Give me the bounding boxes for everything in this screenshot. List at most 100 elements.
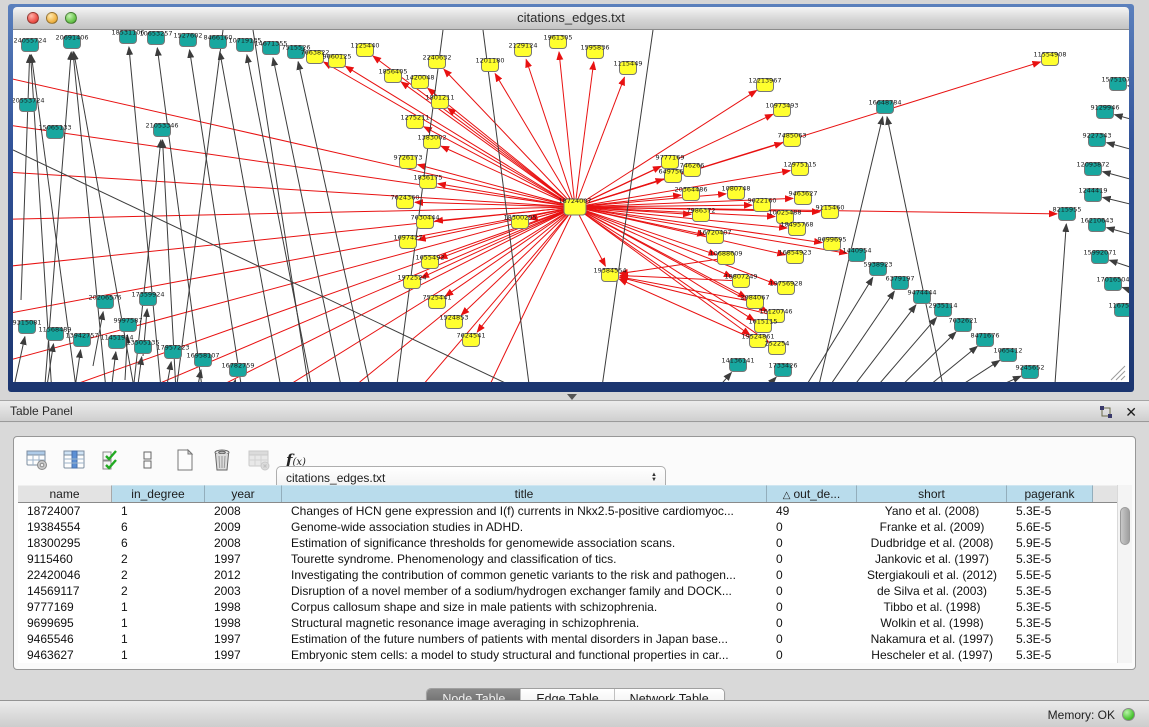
graph-node[interactable]: 2240632	[423, 54, 452, 69]
graph-node[interactable]: 10973493	[765, 102, 798, 117]
select-column-icon[interactable]	[61, 447, 87, 473]
table-row[interactable]: 1830029562008Estimation of significance …	[18, 535, 1119, 551]
graph-node[interactable]: 9115460	[816, 204, 845, 219]
column-header-in_degree[interactable]: in_degree	[112, 485, 205, 502]
delete-rows-icon[interactable]	[209, 447, 235, 473]
graph-node[interactable]: 9227343	[1083, 132, 1112, 147]
graph-node[interactable]: 1275211	[401, 114, 430, 129]
table-settings-icon[interactable]	[24, 447, 50, 473]
column-header-year[interactable]: year	[205, 485, 282, 502]
graph-node[interactable]: 21053346	[145, 122, 178, 137]
graph-node[interactable]: 7624360	[391, 194, 420, 209]
graph-node[interactable]: 17957223	[156, 344, 189, 359]
graph-node[interactable]: 19384554	[593, 267, 626, 282]
column-header-title[interactable]: title	[282, 485, 767, 502]
graph-node[interactable]: 20206576	[88, 294, 121, 309]
graph-node[interactable]: 18807249	[724, 273, 757, 288]
graph-node[interactable]: 8215955	[1053, 206, 1082, 221]
delete-table-icon[interactable]	[246, 447, 272, 473]
graph-node[interactable]: 8471676	[971, 332, 1000, 347]
graph-node[interactable]: 10688609	[709, 250, 742, 265]
graph-node[interactable]: 9129946	[1091, 104, 1120, 119]
graph-node[interactable]: 14136141	[721, 357, 754, 372]
graph-node[interactable]: 1244419	[1079, 187, 1108, 202]
graph-node[interactable]: 16854923	[778, 249, 811, 264]
graph-node[interactable]: 16958107	[186, 352, 219, 367]
graph-node[interactable]: 13505135	[126, 339, 159, 354]
graph-node[interactable]: 1167533	[1109, 302, 1129, 317]
graph-node[interactable]: 7630444	[411, 214, 440, 229]
graph-node[interactable]: 1201180	[476, 57, 505, 72]
close-window-button[interactable]	[27, 12, 39, 24]
column-header-short[interactable]: short	[857, 485, 1007, 502]
graph-node[interactable]: 12975115	[783, 161, 816, 176]
graph-node[interactable]: 1856405	[379, 68, 408, 83]
table-row[interactable]: 911546021997Tourette syndrome. Phenomeno…	[18, 551, 1119, 567]
graph-node[interactable]: 1440954	[843, 247, 872, 262]
graph-node[interactable]: 20691406	[55, 34, 88, 49]
graph-node[interactable]: 1972524	[398, 274, 427, 289]
graph-node[interactable]: 24055724	[13, 37, 46, 52]
graph-node[interactable]: 9463627	[789, 190, 818, 205]
graph-node[interactable]: 1420048	[406, 74, 435, 89]
network-canvas[interactable]: 2405572420691406185311061065325715276028…	[13, 30, 1129, 382]
graph-node[interactable]: 7525441	[423, 294, 452, 309]
network-window-titlebar[interactable]: citations_edges.txt	[13, 7, 1129, 30]
column-header-name[interactable]: name	[18, 485, 112, 502]
graph-node[interactable]: 252254	[765, 340, 790, 355]
graph-node[interactable]: 1595836	[581, 44, 610, 59]
graph-node[interactable]: 1115449	[614, 60, 643, 75]
table-scrollbar[interactable]	[1117, 485, 1132, 663]
scrollbar-thumb[interactable]	[1120, 507, 1130, 545]
graph-node[interactable]: 11554908	[1033, 51, 1066, 66]
graph-node[interactable]: 2935114	[929, 302, 958, 317]
graph-node[interactable]: 1615115	[749, 318, 778, 333]
graph-node[interactable]: 7485063	[778, 132, 807, 147]
graph-node[interactable]: 17359924	[131, 291, 164, 306]
graph-node[interactable]: 18495768	[780, 221, 813, 236]
graph-node[interactable]: 12213967	[748, 77, 781, 92]
table-row[interactable]: 1872400712008Changes of HCN gene express…	[18, 503, 1119, 519]
graph-node[interactable]: 15751074	[1101, 76, 1129, 91]
graph-node[interactable]: 16782759	[221, 362, 254, 377]
table-row[interactable]: 977716911998Corpus callosum shape and si…	[18, 599, 1119, 615]
table-row[interactable]: 946554611997Estimation of the future num…	[18, 631, 1119, 647]
table-row[interactable]: 946362711997Embryonic stem cells: a mode…	[18, 647, 1119, 663]
graph-node[interactable]: 20553724	[13, 97, 45, 112]
graph-node[interactable]: 9660125	[323, 53, 352, 68]
table-row[interactable]: 1456911722003Disruption of a novel membe…	[18, 583, 1119, 599]
graph-node[interactable]: 7632621	[949, 317, 978, 332]
graph-node[interactable]: 6379197	[886, 275, 915, 290]
graph-node[interactable]: 1836175	[414, 174, 443, 189]
graph-node[interactable]: 5938923	[864, 261, 893, 276]
column-header-out_de[interactable]: △out_de...	[767, 485, 857, 502]
graph-node[interactable]: 1697427	[394, 234, 423, 249]
graph-node[interactable]: 1524853	[440, 314, 469, 329]
graph-node[interactable]: 12093872	[1076, 161, 1109, 176]
graph-node[interactable]: 1733426	[769, 362, 798, 377]
graph-node[interactable]: 16648784	[868, 99, 901, 114]
new-table-icon[interactable]	[172, 447, 198, 473]
graph-node[interactable]: 1961305	[544, 34, 573, 49]
close-panel-icon[interactable]: ✕	[1125, 403, 1137, 421]
graph-node[interactable]: 1065412	[994, 347, 1023, 362]
select-all-rows-icon[interactable]	[98, 447, 124, 473]
graph-node[interactable]: 1527602	[174, 32, 203, 47]
graph-node[interactable]: 9315081	[13, 319, 41, 334]
graph-node[interactable]: 746266	[680, 162, 705, 177]
graph-node[interactable]: 19756928	[769, 280, 802, 295]
graph-node[interactable]: 1125440	[351, 42, 380, 57]
graph-node[interactable]: 7624541	[457, 332, 486, 347]
graph-node[interactable]: 1080748	[722, 185, 751, 200]
zoom-window-button[interactable]	[65, 12, 77, 24]
graph-node[interactable]: 16210643	[1080, 217, 1113, 232]
table-row[interactable]: 1938455462009Genome-wide association stu…	[18, 519, 1119, 535]
graph-node[interactable]: 9997587	[114, 317, 143, 332]
row-height-icon[interactable]	[135, 447, 161, 473]
graph-node[interactable]: 2129124	[509, 42, 538, 57]
float-panel-icon[interactable]	[1099, 405, 1113, 419]
graph-node[interactable]: 10653257	[139, 30, 172, 45]
graph-node[interactable]: 15065133	[38, 124, 71, 139]
graph-node[interactable]: 2084067	[741, 294, 770, 309]
graph-node[interactable]: 7986372	[687, 207, 716, 222]
